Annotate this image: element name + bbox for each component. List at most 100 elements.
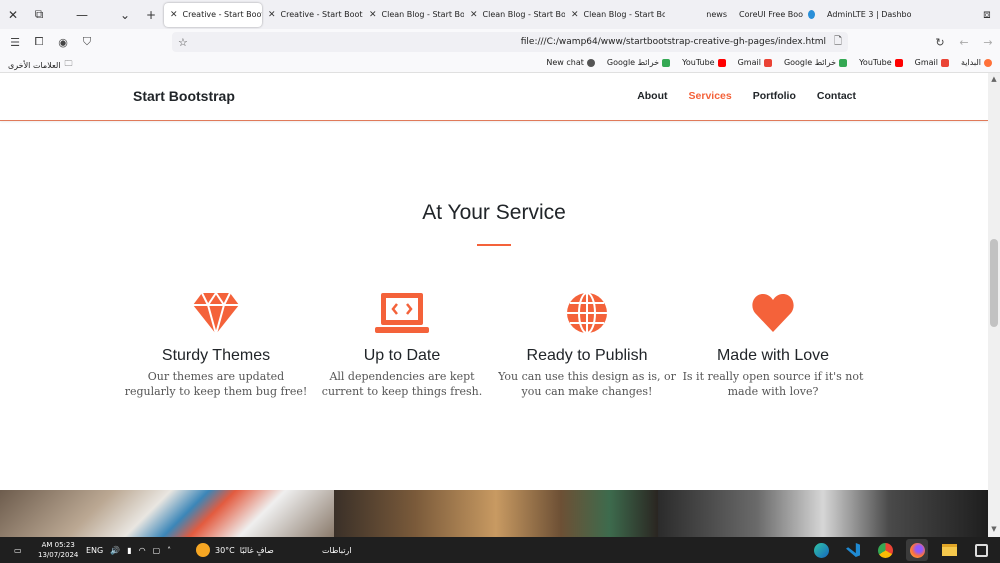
- close-tab-icon[interactable]: ✕: [571, 10, 579, 20]
- back-icon[interactable]: ←: [952, 29, 976, 55]
- bookmark-label: Google خرائط: [606, 58, 660, 67]
- reload-icon[interactable]: ↻: [928, 29, 952, 55]
- service-card: Sturdy Themes Our themes are updated reg…: [123, 291, 309, 399]
- edge-icon[interactable]: [810, 539, 832, 561]
- new-tab-button[interactable]: +: [138, 0, 164, 29]
- tab-label: Clean Blog - Start Boo: [482, 10, 565, 19]
- bookmark-youtube[interactable]: YouTube: [859, 58, 903, 67]
- other-bookmarks-label: العلامات الأخرى: [8, 60, 61, 70]
- address-bar[interactable]: ☆ file:///C:/wamp64/www/startbootstrap-c…: [172, 32, 848, 52]
- bookmarks-bar: العلامات الأخرى 🗀 New chat Google خرائط …: [0, 55, 1000, 73]
- nav-services[interactable]: Services: [689, 90, 732, 102]
- youtube-icon: [717, 58, 726, 67]
- close-tab-icon[interactable]: ✕: [170, 10, 178, 20]
- tab-label: Clean Blog - Start Boo: [381, 10, 464, 19]
- portfolio-image[interactable]: [334, 490, 658, 537]
- close-tab-icon[interactable]: ✕: [470, 10, 478, 20]
- tab-clean-blog[interactable]: ✕Clean Blog - Start Boo✕: [565, 3, 665, 27]
- bookmark-google-maps[interactable]: Google خرائط: [783, 58, 848, 67]
- bookmark-gmail[interactable]: Gmail: [915, 58, 949, 67]
- bookmark-label: YouTube: [682, 58, 715, 67]
- portfolio-image[interactable]: [658, 490, 988, 537]
- page-scrollbar[interactable]: ▲ ▼: [988, 73, 1000, 537]
- title-divider: [477, 244, 511, 246]
- bookmark-home[interactable]: البداية: [961, 58, 992, 67]
- scroll-up-icon[interactable]: ▲: [988, 75, 1000, 85]
- weather-widget[interactable]: 30°C صافٍ غالبًا: [196, 537, 274, 563]
- service-text: You can use this design as is, or you ca…: [498, 370, 676, 398]
- close-tab-icon[interactable]: ✕: [369, 10, 377, 20]
- brand-link[interactable]: Start Bootstrap: [133, 88, 235, 104]
- taskbar: ▭ AM 05:23 13/07/2024 ENG 🔊 ▮ ◠ ▢ ˄ 30°C…: [0, 537, 1000, 563]
- bookmark-star-icon[interactable]: ☆: [178, 36, 188, 49]
- firefox-view-icon[interactable]: ⧈: [974, 0, 1000, 29]
- clock-date[interactable]: 13/07/2024: [38, 550, 78, 560]
- url-text: file:///C:/wamp64/www/startbootstrap-cre…: [520, 37, 826, 47]
- bookmark-gmail[interactable]: Gmail: [738, 58, 772, 67]
- tab-clean-blog[interactable]: ✕ Clean Blog - Start Boo: [464, 3, 565, 27]
- show-desktop-icon[interactable]: ▭: [14, 537, 22, 563]
- show-hidden-icons-icon[interactable]: ˄: [167, 546, 171, 555]
- service-card: Made with Love Is it really open source …: [680, 291, 866, 399]
- service-title: Up to Date: [363, 347, 441, 364]
- bookmark-youtube[interactable]: YouTube: [682, 58, 726, 67]
- close-tab-icon[interactable]: ✕: [268, 10, 276, 20]
- tab-label: Clean Blog - Start Boo: [583, 10, 665, 19]
- section-title: At Your Service: [422, 201, 566, 224]
- tab-creative[interactable]: ✕ Creative - Start Bootst: [262, 3, 363, 27]
- wifi-icon[interactable]: ◠: [139, 546, 146, 555]
- account-icon[interactable]: ◉: [51, 29, 75, 55]
- browser-tab-bar: ✕ ⧉ — ⌄ + ✕ Creative - Start Bootst ✕ Crea…: [0, 0, 1000, 29]
- bookmark-label: New chat: [546, 58, 584, 67]
- site-navbar: Start Bootstrap About Services Portfolio…: [0, 73, 988, 121]
- tab-label: AdminLTE 3 | Dashbo: [827, 10, 911, 19]
- forward-icon[interactable]: →: [976, 29, 1000, 55]
- tab-list-chevron-icon[interactable]: ⌄: [112, 0, 138, 29]
- volume-icon[interactable]: 🔊: [110, 546, 120, 555]
- vscode-icon[interactable]: [842, 539, 864, 561]
- scroll-down-icon[interactable]: ▼: [988, 525, 1000, 535]
- bookmark-google-maps[interactable]: Google خرائط: [606, 58, 671, 67]
- portfolio-image[interactable]: [0, 490, 334, 537]
- tab-label: Creative - Start Bootst: [182, 10, 262, 19]
- maps-icon: [839, 58, 848, 67]
- clock-time[interactable]: AM 05:23: [42, 540, 75, 550]
- tab-label: news: [706, 10, 727, 19]
- bookmark-label: Google خرائط: [783, 58, 837, 67]
- scrollbar-thumb[interactable]: [990, 239, 998, 327]
- menu-icon[interactable]: ☰: [3, 29, 27, 55]
- restore-window-icon[interactable]: ⧉: [26, 0, 52, 29]
- links-toolbar[interactable]: ارتباطات: [322, 537, 352, 563]
- firefox-icon: [984, 58, 992, 67]
- coreui-icon: [808, 10, 815, 19]
- other-bookmarks[interactable]: العلامات الأخرى 🗀: [8, 58, 73, 72]
- tab-adminlte[interactable]: AdminLTE 3 | Dashbo: [821, 3, 911, 27]
- globe-icon: [567, 292, 607, 334]
- extensions-icon[interactable]: ⧠: [27, 29, 51, 55]
- weather-text: صافٍ غالبًا: [239, 545, 274, 555]
- battery-icon[interactable]: ▮: [127, 546, 131, 555]
- nav-contact[interactable]: Contact: [817, 90, 856, 102]
- device-icon[interactable]: ▢: [153, 546, 161, 555]
- youtube-icon: [894, 58, 903, 67]
- firefox-icon[interactable]: [906, 539, 928, 561]
- pocket-icon[interactable]: ⛉: [75, 29, 99, 55]
- file-explorer-icon[interactable]: [938, 539, 960, 561]
- tab-clean-blog[interactable]: ✕ Clean Blog - Start Boo: [363, 3, 464, 27]
- bookmark-label: Gmail: [737, 58, 761, 67]
- app-icon[interactable]: [970, 539, 992, 561]
- chrome-icon[interactable]: [874, 539, 896, 561]
- language-indicator[interactable]: ENG: [86, 546, 103, 555]
- service-title: Made with Love: [716, 347, 830, 364]
- nav-about[interactable]: About: [637, 90, 667, 102]
- tab-news[interactable]: news: [665, 3, 733, 27]
- tab-label: Creative - Start Bootst: [280, 10, 363, 19]
- nav-portfolio[interactable]: Portfolio: [753, 90, 796, 102]
- tab-coreui[interactable]: CoreUI Free Boo: [733, 3, 821, 27]
- tab-creative-active[interactable]: ✕ Creative - Start Bootst: [164, 2, 262, 27]
- minimize-window-icon[interactable]: —: [52, 0, 112, 29]
- service-title: Ready to Publish: [526, 347, 648, 364]
- close-window-icon[interactable]: ✕: [0, 0, 26, 29]
- bookmark-new-chat[interactable]: New chat: [546, 58, 595, 67]
- weather-sun-icon: [196, 543, 210, 557]
